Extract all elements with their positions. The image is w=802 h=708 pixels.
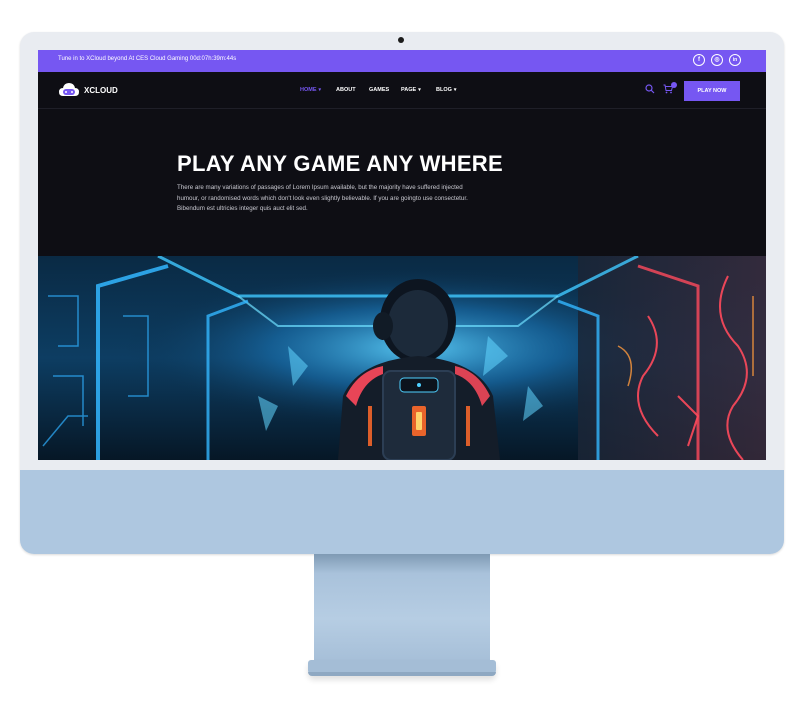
chevron-down-icon: ▾ — [453, 87, 457, 93]
nav-page[interactable]: PAGE ▾ — [401, 87, 421, 93]
hero-title: PLAY ANY GAME ANY WHERE — [177, 151, 503, 176]
instagram-icon[interactable]: ◎ — [711, 54, 723, 66]
webcam — [398, 37, 404, 43]
monitor-stand — [314, 554, 490, 662]
hero-artwork-image — [38, 256, 766, 460]
facebook-icon[interactable]: f — [693, 54, 705, 66]
chevron-down-icon: ▾ — [418, 87, 421, 93]
cloud-gamepad-logo-icon[interactable] — [58, 81, 80, 99]
hero-description: There are many variations of passages of… — [177, 184, 468, 213]
nav-about[interactable]: ABOUT — [336, 87, 356, 93]
chevron-down-icon: ▾ — [318, 87, 322, 93]
nav-blog-label: BLOG — [436, 87, 452, 93]
nav-about-label: ABOUT — [336, 87, 356, 93]
website-screen: Tune in to XCloud beyond At CES Cloud Ga… — [38, 50, 766, 460]
announcement-text: Tune in to XCloud beyond At CES Cloud Ga… — [58, 56, 237, 62]
main-navbar: XCLOUD HOME ▾ ABOUT GAMES PAGE ▾ BLOG ▾ PLA… — [38, 72, 766, 109]
nav-blog[interactable]: BLOG ▾ — [436, 87, 456, 93]
nav-page-label: PAGE — [401, 87, 417, 93]
nav-home-label: HOME — [300, 87, 317, 93]
announcement-bar: Tune in to XCloud beyond At CES Cloud Ga… — [38, 50, 766, 72]
play-now-button[interactable]: PLAY NOW — [684, 81, 740, 101]
brand-name[interactable]: XCLOUD — [84, 86, 118, 95]
monitor-chin — [20, 470, 784, 554]
monitor-stand-base-edge — [308, 672, 496, 676]
nav-games[interactable]: GAMES — [369, 87, 389, 93]
nav-games-label: GAMES — [369, 87, 390, 93]
linkedin-icon[interactable]: in — [729, 54, 741, 66]
cart-count-badge — [671, 82, 677, 88]
search-icon[interactable] — [645, 84, 655, 94]
nav-home[interactable]: HOME ▾ — [300, 87, 321, 93]
